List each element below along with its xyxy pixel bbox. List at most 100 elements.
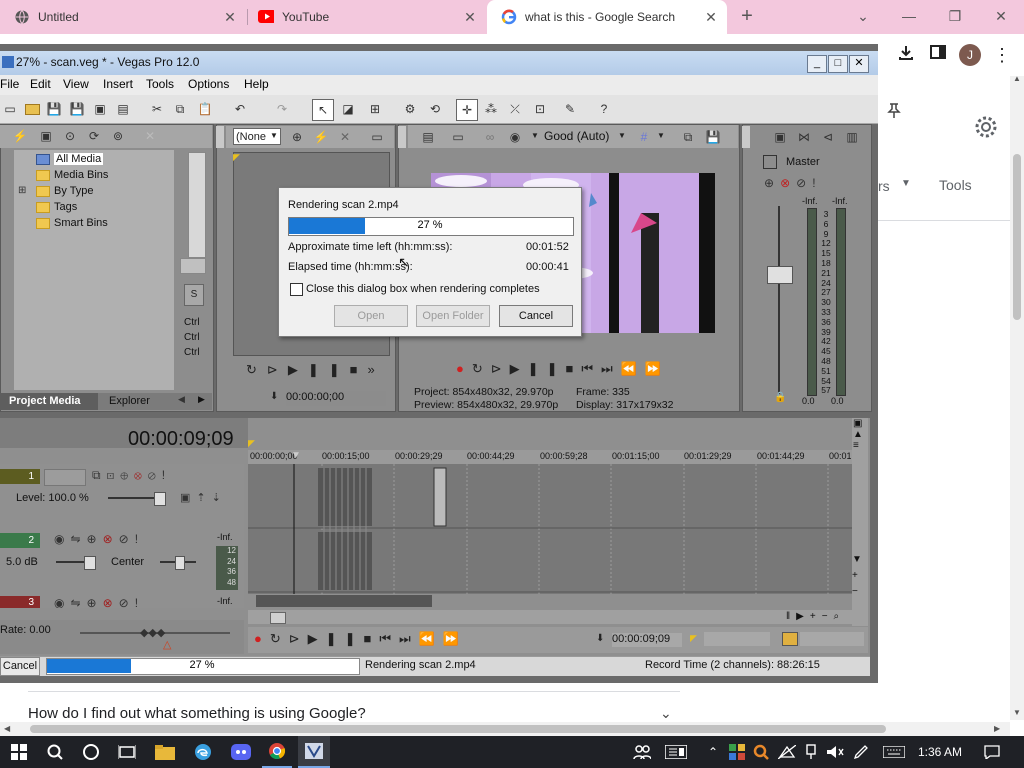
selection-start-field[interactable] bbox=[704, 632, 770, 646]
close-when-done-checkbox[interactable] bbox=[290, 283, 303, 296]
play-from-start-icon[interactable]: ⊳ bbox=[491, 361, 510, 376]
composite-icon[interactable]: ⊡ bbox=[107, 468, 121, 482]
motion-icon[interactable]: ⧉ bbox=[92, 468, 107, 482]
properties-icon[interactable]: ▤ bbox=[113, 99, 133, 119]
tab-search-chevron-icon[interactable]: ⌄ bbox=[852, 6, 874, 26]
dim-output-icon[interactable]: ⊲ bbox=[818, 127, 838, 147]
trimmer-transport[interactable]: ↻⊳▶❚❚■» bbox=[246, 362, 385, 378]
vegas-maximize-button[interactable]: □ bbox=[828, 55, 848, 73]
record-icon[interactable]: ● bbox=[254, 631, 270, 646]
new-project-icon[interactable]: ▭ bbox=[0, 99, 20, 119]
play-icon[interactable]: ▶ bbox=[308, 631, 326, 646]
panel-grip[interactable] bbox=[742, 126, 750, 148]
lock-envelopes-icon[interactable]: ✛ bbox=[456, 99, 478, 121]
zoom-in-icon[interactable]: + bbox=[852, 568, 862, 584]
mute-icon[interactable]: ⊘ bbox=[148, 468, 162, 482]
scrollbar-thumb[interactable] bbox=[1013, 154, 1021, 320]
tree-item-by-type[interactable]: By Type bbox=[36, 185, 94, 197]
menu-insert[interactable]: Insert bbox=[103, 77, 133, 91]
search-icon[interactable] bbox=[42, 736, 68, 768]
news-widget-icon[interactable] bbox=[662, 736, 690, 768]
undo-icon[interactable]: ↶ bbox=[230, 99, 250, 119]
filters-partial-tab[interactable]: rs bbox=[878, 178, 890, 194]
master-props-icon[interactable]: ▣ bbox=[770, 127, 790, 147]
envelope-tool-icon[interactable]: ◪ bbox=[338, 99, 358, 119]
rewind-icon[interactable]: ⏪ bbox=[621, 361, 645, 376]
track-number-2[interactable]: 2 bbox=[0, 533, 40, 548]
tools-tab[interactable]: Tools bbox=[939, 177, 972, 193]
loop-icon[interactable]: ↻ bbox=[270, 631, 289, 646]
track-name-field[interactable] bbox=[44, 469, 86, 486]
arm-record-icon[interactable]: ◉ bbox=[54, 532, 70, 546]
pause-icon[interactable]: ❚❚ bbox=[308, 362, 350, 377]
whats-this-help-icon[interactable]: ? bbox=[594, 99, 614, 119]
settings-gear-icon[interactable] bbox=[973, 114, 999, 140]
mute-icon[interactable]: ⊘ bbox=[796, 176, 812, 190]
arm-record-icon[interactable]: ◉ bbox=[54, 596, 70, 608]
tab-scroll-right-icon[interactable]: ▶ bbox=[198, 394, 205, 405]
more-menu-icon[interactable]: ⋮ bbox=[991, 44, 1013, 66]
zoom-in-icon[interactable]: + bbox=[810, 611, 822, 622]
next-frame-icon[interactable]: ⏩ bbox=[443, 631, 467, 646]
scroll-up-icon[interactable]: ▲ bbox=[853, 429, 863, 440]
snapping-icon[interactable]: ⚙ bbox=[400, 99, 420, 119]
track-number-1[interactable]: 1 bbox=[0, 469, 40, 484]
close-tab-icon[interactable]: ✕ bbox=[703, 9, 719, 25]
save-snapshot-icon[interactable]: 💾 bbox=[703, 127, 723, 147]
page-horizontal-scrollbar[interactable]: ◀ ▶ bbox=[0, 722, 1010, 736]
solo-icon[interactable]: ! bbox=[135, 596, 144, 608]
import-media-icon[interactable]: ⚡ bbox=[10, 126, 30, 146]
labs-pin-icon[interactable] bbox=[884, 100, 906, 122]
tab-google-search[interactable]: what is this - Google Search ✕ bbox=[487, 0, 727, 34]
master-fader[interactable] bbox=[767, 266, 793, 284]
chrome-icon[interactable] bbox=[262, 736, 292, 768]
solo-icon[interactable]: ! bbox=[162, 468, 171, 482]
side-panel-icon[interactable] bbox=[927, 44, 949, 66]
vegas-minimize-button[interactable]: _ bbox=[807, 55, 827, 73]
forward-icon[interactable]: ⏩ bbox=[645, 361, 669, 376]
video-fx-icon[interactable]: ∞ bbox=[480, 127, 500, 147]
redo-icon[interactable]: ↷ bbox=[272, 99, 292, 119]
mute-icon[interactable]: ⊘ bbox=[119, 596, 135, 608]
shortcut-s-icon[interactable]: S bbox=[184, 284, 204, 306]
copy-snapshot-icon[interactable]: ⧉ bbox=[678, 127, 698, 147]
ignore-grouping-icon[interactable]: ⁂ bbox=[481, 99, 501, 119]
tab-untitled[interactable]: Untitled ✕ bbox=[0, 0, 246, 34]
normal-edit-tool-icon[interactable]: ↖ bbox=[312, 99, 334, 121]
lock-icon[interactable]: 🔒 bbox=[774, 392, 786, 403]
cut-icon[interactable]: ✂ bbox=[147, 99, 167, 119]
track-fx-icon[interactable]: ⊗ bbox=[103, 532, 119, 546]
paste-icon[interactable]: 📋 bbox=[195, 99, 215, 119]
play-from-start-icon[interactable]: ⊳ bbox=[289, 631, 308, 646]
zoom-out-icon[interactable]: − bbox=[822, 611, 834, 622]
tray-network-off-icon[interactable] bbox=[776, 736, 798, 768]
composite-mode-icon[interactable]: ▣ bbox=[180, 492, 196, 504]
track-number-3[interactable]: 3 bbox=[0, 596, 40, 608]
prev-frame-icon[interactable]: ⏪ bbox=[419, 631, 443, 646]
menu-tools[interactable]: Tools bbox=[146, 77, 174, 91]
tab-explorer[interactable]: Explorer bbox=[109, 395, 150, 407]
trimmer-remove-icon[interactable]: ✕ bbox=[335, 127, 355, 147]
show-hidden-icons-chevron[interactable]: ⌃ bbox=[704, 736, 722, 768]
rate-slider-thumb[interactable]: ◆◆◆ bbox=[140, 626, 165, 639]
splitter-handle[interactable] bbox=[180, 258, 206, 274]
markers-icon[interactable]: ▣ bbox=[853, 418, 863, 429]
vegas-taskbar-icon[interactable] bbox=[298, 736, 330, 768]
capture-video-icon[interactable]: ▣ bbox=[36, 126, 56, 146]
timeline-scroll-icons[interactable]: ▣ ▲ ≡ bbox=[853, 418, 863, 451]
mixer-icon[interactable]: ▥ bbox=[842, 127, 862, 147]
close-window-icon[interactable]: ✕ bbox=[990, 6, 1012, 26]
fx-icon[interactable]: ⊕ bbox=[87, 532, 103, 546]
level-slider-thumb[interactable] bbox=[154, 492, 166, 506]
dropdown-arrow-icon[interactable]: ▼ bbox=[618, 131, 626, 140]
downmix-icon[interactable]: ⋈ bbox=[794, 127, 814, 147]
go-to-start-icon[interactable]: ⏮ bbox=[379, 631, 399, 646]
expand-plus-icon[interactable]: ⊞ bbox=[18, 185, 26, 196]
people-also-ask-question[interactable]: How do I find out what something is usin… bbox=[28, 705, 680, 722]
panel-grip[interactable] bbox=[398, 126, 406, 148]
open-folder-button[interactable]: Open Folder bbox=[416, 305, 490, 327]
more-icon[interactable]: » bbox=[367, 362, 384, 377]
open-button[interactable]: Open bbox=[334, 305, 408, 327]
people-icon[interactable] bbox=[630, 736, 654, 768]
solo-icon[interactable]: ! bbox=[135, 532, 144, 546]
